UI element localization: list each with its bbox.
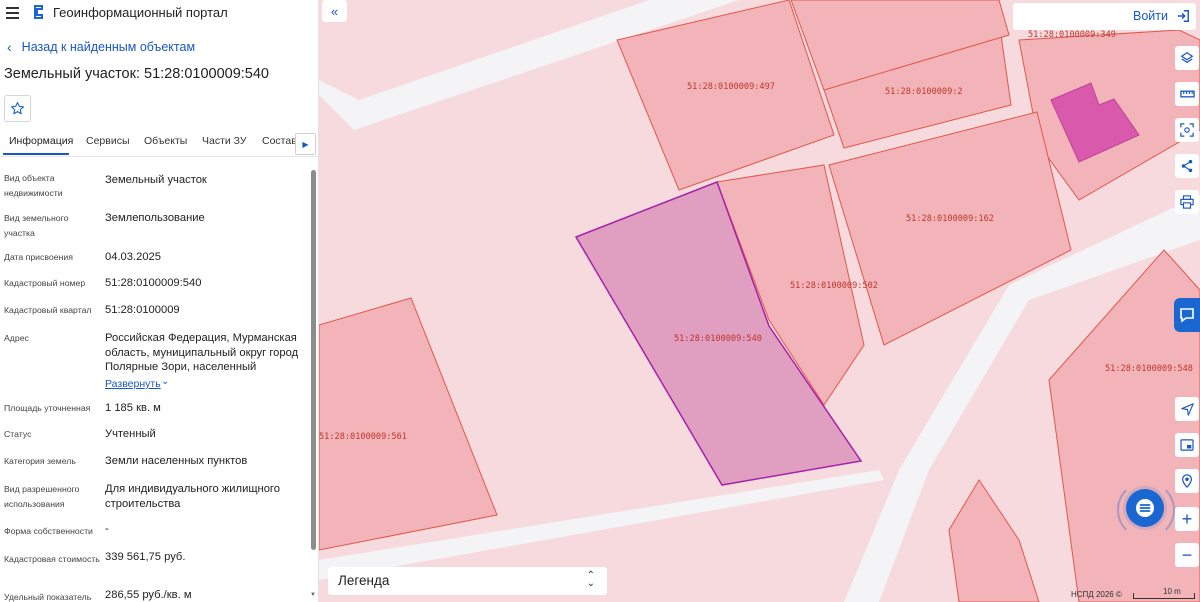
scale-bar-line (1133, 593, 1195, 599)
property-value: 51:28:0100009:540 (105, 277, 202, 289)
tab-parts[interactable]: Части ЗУ (202, 135, 247, 147)
map-view[interactable]: 51:28:0100009:497 51:28:0100009:2 51:28:… (319, 0, 1200, 602)
property-key: Кадастровая стоимость (4, 554, 100, 564)
chevron-right-icon: ▶ (302, 139, 309, 149)
legend-label: Легенда (338, 573, 390, 588)
zoom-in-button[interactable]: + (1175, 507, 1199, 531)
parcel-label-349: 51:28:0100009:349 (1028, 30, 1116, 40)
info-panel: Геоинформационный портал ‹ Назад к найде… (0, 0, 319, 602)
parcel-label-162: 51:28:0100009:162 (906, 214, 994, 224)
locate-icon (1180, 402, 1194, 416)
parcel-label-540: 51:28:0100009:540 (674, 334, 762, 344)
layers-button[interactable] (1175, 46, 1199, 70)
property-value: Землепользование (105, 212, 205, 224)
property-key: Вид разрешенного использования (4, 484, 80, 509)
area-select-button[interactable] (1175, 118, 1199, 142)
parcel-162 (828, 111, 1072, 346)
legend-select[interactable]: Легенда ⌃ ⌄ (328, 567, 607, 595)
star-icon (11, 102, 24, 115)
login-label: Войти (1133, 9, 1168, 23)
property-key: Кадастровый номер (4, 278, 86, 288)
parcel-label-561: 51:28:0100009:561 (319, 432, 407, 442)
scale-bar: 10 m (1133, 587, 1195, 599)
parcel-561 (319, 297, 498, 551)
portal-title[interactable]: Геоинформационный портал (53, 5, 228, 20)
search-location-icon (1182, 474, 1192, 488)
double-chevron-left-icon: « (330, 3, 339, 19)
property-key: Категория земель (4, 456, 76, 466)
tab-info[interactable]: Информация (9, 135, 73, 147)
property-key: Форма собственности (4, 526, 93, 536)
parcel-label-502: 51:28:0100009:502 (790, 281, 878, 291)
property-key: Дата присвоения (4, 252, 73, 262)
back-link-label: Назад к найденным объектам (21, 40, 196, 54)
portal-logo-icon (34, 5, 43, 19)
property-key: Вид земельного участка (4, 213, 69, 238)
share-button[interactable] (1175, 154, 1199, 178)
ruler-icon (1179, 90, 1195, 98)
print-icon (1180, 195, 1194, 209)
property-value-address: Российская Федерация, Мурманская область… (105, 332, 299, 373)
property-value: Земли населенных пунктов (105, 455, 248, 467)
property-value: 04.03.2025 (105, 251, 161, 263)
zoom-in-icon: + (1181, 509, 1193, 529)
property-key: Адрес (4, 333, 29, 343)
favorite-button[interactable] (4, 95, 31, 122)
share-icon (1181, 159, 1193, 173)
area-select-icon (1180, 123, 1194, 137)
chat-icon (1180, 308, 1194, 323)
scrollbar[interactable]: ▼ (310, 168, 317, 602)
menu-icon[interactable] (6, 7, 19, 19)
login-icon (1177, 10, 1189, 22)
zoom-out-icon: − (1181, 545, 1193, 565)
tab-objects[interactable]: Объекты (144, 135, 187, 147)
tab-services[interactable]: Сервисы (86, 135, 130, 147)
property-key: Статус (4, 429, 32, 439)
select-arrows-icon: ⌃ ⌄ (586, 570, 595, 589)
scroll-down-arrow[interactable]: ▼ (310, 592, 316, 598)
back-link[interactable]: ‹ Назад к найденным объектам (7, 40, 195, 54)
active-tab-indicator (3, 153, 69, 155)
chat-button[interactable] (1174, 298, 1200, 332)
ruler-button[interactable] (1175, 82, 1199, 106)
chevron-left-icon: ‹ (7, 39, 12, 55)
property-key: Кадастровый квартал (4, 305, 92, 315)
map-copyright: НСПД 2026 © (1071, 590, 1122, 599)
property-key: Вид объекта недвижимости (4, 173, 63, 198)
parcel-label-2: 51:28:0100009:2 (885, 87, 963, 97)
property-value: Учтенный (105, 428, 156, 440)
property-value: - (105, 523, 109, 535)
scrollbar-thumb[interactable] (311, 170, 316, 550)
tab-bar: Информация Сервисы Объекты Части ЗУ Сост… (0, 128, 318, 157)
menu-lines-icon (1136, 499, 1154, 517)
tabs-next-button[interactable]: ▶ (295, 133, 316, 155)
chevron-down-icon[interactable]: ⌄ (161, 376, 169, 387)
zoom-out-button[interactable]: − (1175, 543, 1199, 567)
expand-link[interactable]: Развернуть (105, 378, 161, 390)
search-location-button[interactable] (1175, 469, 1199, 493)
collapse-panel-button[interactable]: « (322, 0, 347, 22)
parcel-label-497: 51:28:0100009:497 (687, 82, 775, 92)
login-button[interactable]: Войти (1013, 3, 1196, 30)
property-value: 1 185 кв. м (105, 402, 161, 414)
assistant-button[interactable] (1126, 489, 1164, 527)
print-button[interactable] (1175, 190, 1199, 214)
property-value: 51:28:0100009 (105, 304, 180, 316)
object-title: Земельный участок: 51:28:0100009:540 (4, 66, 269, 82)
top-bar: Геоинформационный портал (0, 0, 318, 26)
property-value: 286,55 руб./кв. м (105, 589, 192, 601)
minimap-icon (1180, 439, 1194, 451)
property-value: 339 561,75 руб. (105, 551, 186, 563)
locate-button[interactable] (1175, 397, 1199, 421)
minimap-button[interactable] (1175, 433, 1199, 457)
parcel-label-548: 51:28:0100009:548 (1105, 364, 1193, 374)
property-key: Площадь уточненная (4, 403, 91, 413)
parcel-bottom (948, 479, 1040, 602)
property-value: Для индивидуального жилищного строительс… (105, 483, 280, 510)
property-value: Земельный участок (105, 174, 207, 186)
tab-composition[interactable]: Состав (262, 135, 297, 147)
property-key: Удельный показатель (4, 592, 92, 602)
layers-icon (1180, 52, 1194, 64)
